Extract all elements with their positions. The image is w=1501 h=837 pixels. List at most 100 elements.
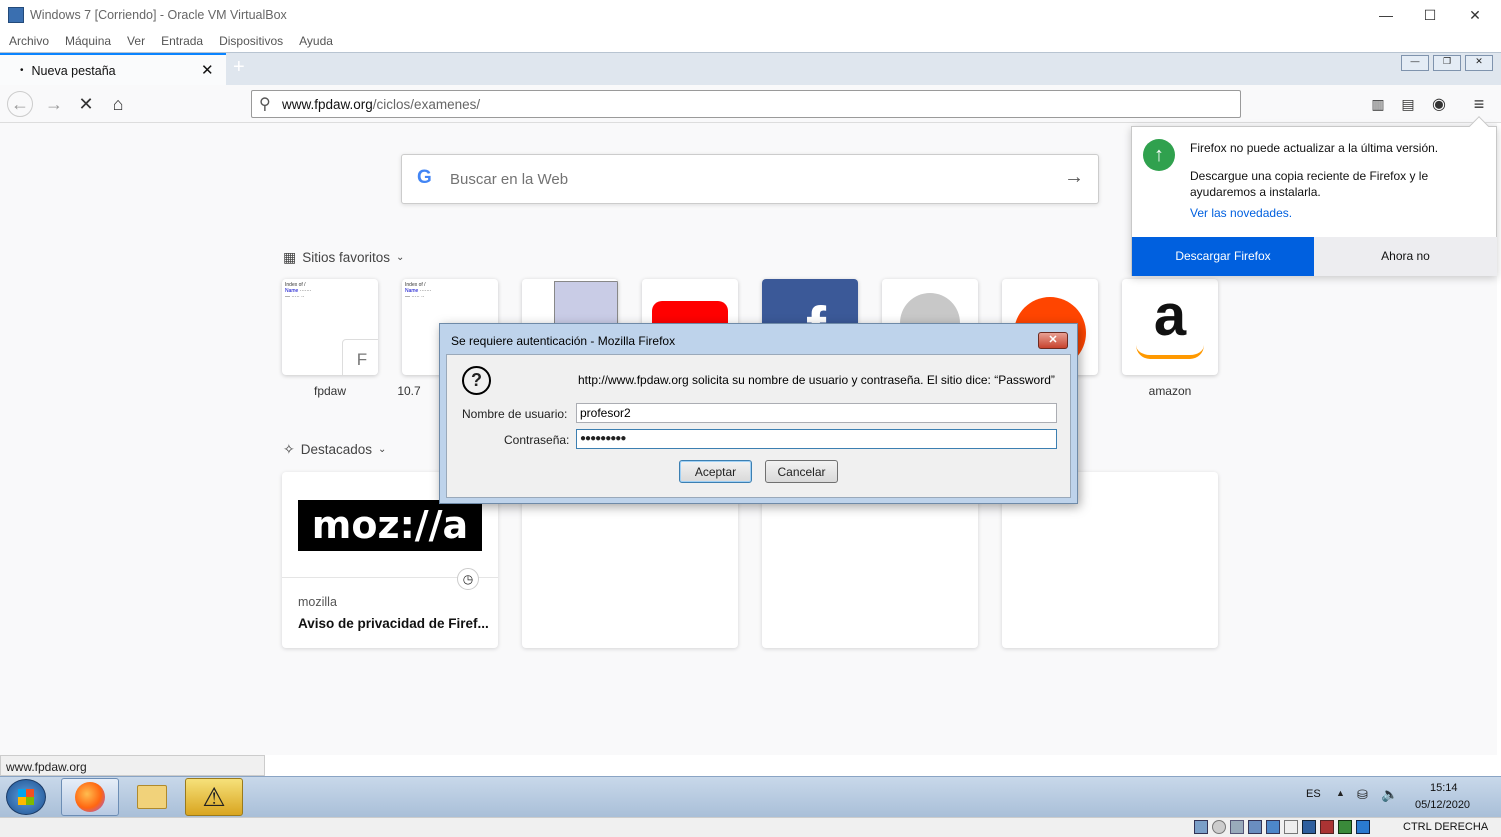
audio-icon[interactable] [1230, 820, 1244, 834]
guest-minimize-button[interactable]: — [1401, 55, 1429, 71]
back-arrow-icon: ← [11, 93, 29, 114]
password-label: Contraseña: [504, 433, 570, 447]
host-key-label: CTRL DERECHA [1403, 821, 1489, 833]
top-site-amazon[interactable]: a [1122, 279, 1218, 375]
top-sites-header[interactable]: ▦ Sitios favoritos ⌄ [283, 249, 404, 266]
vbox-menu-bar: Archivo Máquina Ver Entrada Dispositivos… [0, 30, 1501, 52]
cpu-icon[interactable] [1338, 820, 1352, 834]
maximize-button[interactable]: ☐ [1415, 4, 1445, 26]
tab-title: Nueva pestaña [31, 63, 116, 78]
arrow-up-icon: ↑ [1143, 139, 1175, 171]
tray-network-icon[interactable]: ⛁ [1357, 787, 1368, 803]
usb-icon[interactable] [1266, 820, 1280, 834]
taskbar-explorer[interactable] [123, 778, 181, 816]
tray-expand-icon[interactable]: ▲ [1336, 788, 1345, 798]
whats-new-link[interactable]: Ver las novedades. [1190, 206, 1292, 220]
mouse-integration-icon[interactable] [1356, 820, 1370, 834]
taskbar-warning-app[interactable]: ⚠ [185, 778, 243, 816]
tray-language[interactable]: ES [1306, 788, 1321, 800]
menu-ayuda[interactable]: Ayuda [299, 34, 333, 48]
start-button[interactable] [6, 779, 46, 815]
username-field[interactable] [576, 403, 1057, 423]
minimize-button[interactable]: — [1371, 4, 1401, 26]
home-button[interactable]: ⌂ [105, 91, 131, 117]
library-button[interactable]: ▥ [1365, 91, 1391, 117]
doorhanger-heading: Firefox no puede actualizar a la última … [1190, 141, 1439, 155]
hdd-icon[interactable] [1194, 820, 1208, 834]
shared-folder-icon[interactable] [1284, 820, 1298, 834]
sparkle-icon: ✧ [283, 441, 295, 457]
menu-ver[interactable]: Ver [127, 34, 145, 48]
question-icon: ? [462, 366, 491, 395]
optical-disk-icon[interactable] [1212, 820, 1226, 834]
stop-x-icon: ✕ [78, 93, 94, 114]
clock-icon: ◷ [457, 568, 479, 590]
search-placeholder: Buscar en la Web [450, 170, 569, 188]
guest-close-button[interactable]: ✕ [1465, 55, 1493, 71]
url-bar[interactable]: ⚲ www.fpdaw.org/ciclos/examenes/ [251, 90, 1241, 118]
menu-button[interactable]: ≡ [1466, 91, 1492, 117]
close-tab-icon[interactable]: ✕ [201, 61, 214, 79]
search-go-arrow-icon[interactable]: → [1064, 166, 1084, 189]
top-sites-heading: Sitios favoritos [302, 250, 391, 265]
top-site-label: fpdaw [313, 384, 347, 398]
google-g-icon: G [417, 167, 432, 188]
menu-maquina[interactable]: Máquina [65, 34, 111, 48]
web-search-box[interactable]: G Buscar en la Web → [401, 154, 1099, 204]
tab-nueva-pestana[interactable]: • Nueva pestaña ✕ [0, 53, 226, 86]
sidebar-button[interactable]: ▤ [1395, 91, 1421, 117]
forward-arrow-icon: → [45, 93, 63, 114]
username-label: Nombre de usuario: [462, 407, 568, 421]
highlights-heading: Destacados [300, 442, 373, 457]
tray-time[interactable]: 15:14 [1430, 782, 1458, 794]
cancel-button[interactable]: Cancelar [765, 460, 838, 483]
back-button[interactable]: ← [7, 91, 33, 117]
tray-date[interactable]: 05/12/2020 [1415, 799, 1470, 811]
auth-message: http://www.fpdaw.org solicita su nombre … [578, 373, 1055, 387]
accept-button[interactable]: Aceptar [679, 460, 752, 483]
folder-icon [137, 785, 167, 809]
tab-strip: • Nueva pestaña ✕ + — ❐ ✕ [0, 52, 1501, 86]
url-domain: www.fpdaw.org [282, 96, 373, 112]
grid-icon: ▦ [283, 249, 297, 265]
tray-volume-icon[interactable]: 🔈 [1381, 786, 1398, 803]
new-tab-icon[interactable]: + [233, 56, 245, 79]
account-icon: ◉ [1432, 96, 1446, 113]
search-icon: ⚲ [259, 96, 271, 113]
amazon-logo-icon: a [1153, 283, 1187, 348]
top-site-label: 10.7 [397, 384, 421, 398]
doorhanger-body: Descargue una copia reciente de Firefox … [1190, 169, 1429, 199]
vbox-device-icons [1194, 820, 1370, 834]
forward-button[interactable]: → [41, 91, 67, 117]
close-button[interactable]: ✕ [1460, 4, 1490, 26]
page-thumbnail [554, 281, 618, 325]
library-icon: ▥ [1371, 95, 1385, 112]
guest-restore-button[interactable]: ❐ [1433, 55, 1461, 71]
dialog-body: ? http://www.fpdaw.org solicita su nombr… [446, 354, 1071, 498]
network-icon[interactable] [1248, 820, 1262, 834]
tab-loading-dot-icon: • [20, 65, 24, 76]
page-thumbnail: Index of / Name ······· — ····· ·· [405, 282, 432, 300]
menu-dispositivos[interactable]: Dispositivos [219, 34, 283, 48]
not-now-button[interactable]: Ahora no [1314, 237, 1497, 276]
menu-archivo[interactable]: Archivo [9, 34, 49, 48]
chevron-down-icon: ⌄ [378, 444, 387, 455]
recording-icon[interactable] [1320, 820, 1334, 834]
amazon-smile-icon [1136, 345, 1204, 359]
account-button[interactable]: ◉ [1426, 91, 1452, 117]
highlights-header[interactable]: ✧ Destacados ⌄ [283, 441, 386, 458]
dialog-close-button[interactable]: ✕ [1038, 332, 1068, 349]
password-field[interactable]: ●●●●●●●●● [576, 429, 1057, 449]
firefox-icon [75, 782, 105, 812]
warning-icon: ⚠ [202, 781, 226, 812]
sidebar-icon: ▤ [1401, 95, 1415, 112]
top-site-fpdaw[interactable]: Index of / Name ······· — ····· ·· F [282, 279, 378, 375]
download-firefox-button[interactable]: Descargar Firefox [1132, 237, 1314, 276]
stop-button[interactable]: ✕ [73, 91, 99, 117]
taskbar: ⚠ ES ▲ ⛁ 🔈 15:14 05/12/2020 [0, 776, 1501, 817]
vbox-title-bar: Windows 7 [Corriendo] - Oracle VM Virtua… [0, 0, 1501, 30]
taskbar-firefox[interactable] [61, 778, 119, 816]
url-path: /ciclos/examenes/ [372, 96, 481, 112]
display-icon[interactable] [1302, 820, 1316, 834]
menu-entrada[interactable]: Entrada [161, 34, 203, 48]
